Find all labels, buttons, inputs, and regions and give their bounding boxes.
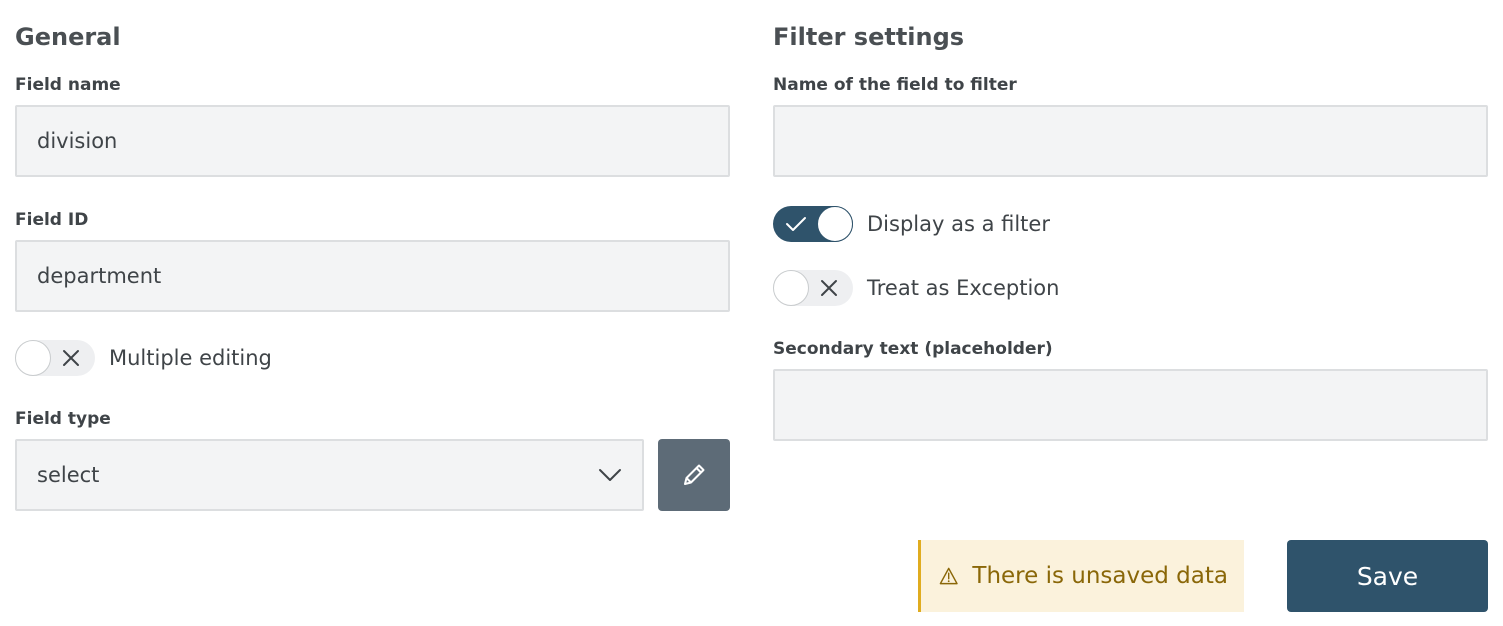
field-type-value: select [37,463,100,487]
warning-text: There is unsaved data [972,563,1228,589]
toggle-knob [817,206,853,242]
treat-as-exception-row: Treat as Exception [773,269,1059,307]
field-to-filter-input[interactable] [773,105,1488,177]
close-icon [63,350,79,366]
field-settings-panel: General Field name Field ID Multiple edi… [0,0,1503,626]
display-as-filter-label: Display as a filter [867,212,1050,236]
unsaved-data-warning: There is unsaved data [918,540,1244,612]
toggle-knob [773,270,809,306]
pencil-icon [684,464,705,485]
multiple-editing-row: Multiple editing [15,339,272,377]
field-to-filter-label: Name of the field to filter [773,75,1017,95]
save-button[interactable]: Save [1287,540,1488,612]
field-name-input[interactable] [15,105,730,177]
field-id-input[interactable] [15,240,730,312]
display-as-filter-row: Display as a filter [773,205,1050,243]
check-icon [786,217,806,231]
filter-settings-title: Filter settings [773,23,965,51]
toggle-knob [15,340,51,376]
edit-field-type-button[interactable] [658,439,730,511]
secondary-text-input[interactable] [773,369,1488,441]
field-type-label: Field type [15,409,111,429]
field-name-label: Field name [15,75,121,95]
multiple-editing-label: Multiple editing [109,346,272,370]
close-icon [821,280,837,296]
warning-triangle-icon [939,567,958,585]
general-section-title: General [15,23,121,51]
field-type-select[interactable]: select [15,439,644,511]
treat-as-exception-label: Treat as Exception [867,276,1060,300]
secondary-text-label: Secondary text (placeholder) [773,339,1053,359]
display-as-filter-toggle[interactable] [773,206,853,242]
multiple-editing-toggle[interactable] [15,340,95,376]
treat-as-exception-toggle[interactable] [773,270,853,306]
field-id-label: Field ID [15,210,89,230]
chevron-down-icon [599,469,621,481]
